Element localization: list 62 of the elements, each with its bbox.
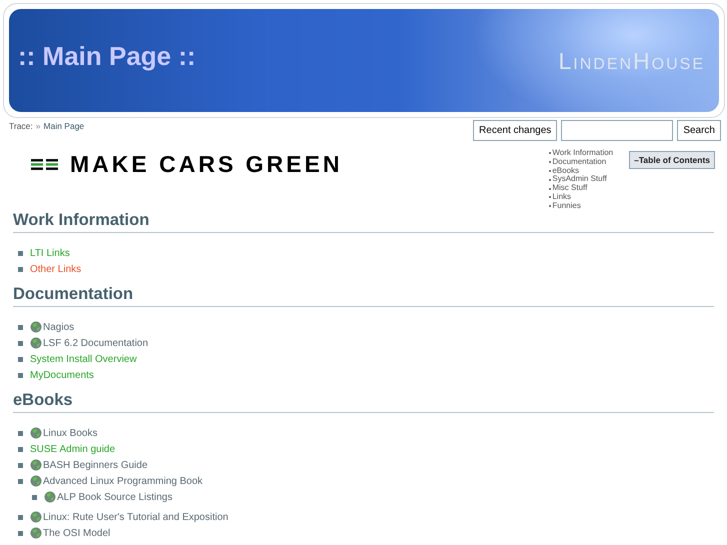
link[interactable]: ALP Book Source Listings [57, 492, 172, 502]
link[interactable]: Linux Books [43, 428, 98, 438]
link[interactable]: Other Links [30, 264, 82, 274]
bullet-icon [18, 372, 23, 378]
globe-icon [30, 427, 42, 439]
bullet-icon [18, 514, 23, 520]
trace-label: Trace: [9, 121, 33, 133]
globe-icon [30, 321, 42, 333]
bullet-icon [549, 196, 552, 198]
toc-link[interactable]: Misc Stuff [552, 184, 588, 193]
link[interactable]: MyDocuments [30, 370, 94, 380]
bullet-icon [18, 250, 23, 256]
bullet-icon [18, 340, 23, 346]
link[interactable]: Nagios [43, 322, 74, 332]
toc-link[interactable]: Funnies [552, 202, 581, 211]
toc-link[interactable]: SysAdmin Stuff [552, 175, 607, 184]
bullet-icon [18, 478, 23, 484]
globe-icon [44, 491, 56, 503]
bullet-icon [549, 188, 552, 190]
link[interactable]: LTI Links [30, 248, 70, 258]
bullet-icon [549, 178, 552, 181]
toc-toggle-button[interactable]: –Table of Contents [629, 151, 715, 169]
section-heading: Work Information [13, 211, 714, 233]
site-name: LindenHouse [558, 48, 705, 75]
bullet-icon [549, 205, 552, 208]
bullet-icon [549, 152, 552, 154]
link[interactable]: BASH Beginners Guide [43, 460, 148, 470]
bullet-icon [18, 356, 23, 362]
link[interactable]: System Install Overview [30, 354, 137, 364]
section-heading: Documentation [13, 285, 714, 307]
section-heading: eBooks [13, 391, 714, 413]
toc-link[interactable]: Work Information [552, 149, 614, 158]
link[interactable]: SUSE Admin guide [30, 444, 116, 454]
recent-changes-button[interactable]: Recent changes [473, 120, 558, 141]
toc-link[interactable]: Links [552, 192, 572, 202]
bullet-icon [549, 161, 552, 164]
stripes-icon [31, 158, 58, 170]
link[interactable]: Linux: Rute User's Tutorial and Exposition [43, 512, 228, 522]
bullet-icon [549, 170, 552, 172]
globe-icon [30, 459, 42, 471]
page-title: :: Main Page :: [18, 41, 196, 72]
logo-text: MAKE CARS GREEN [70, 150, 342, 178]
globe-icon [30, 511, 42, 523]
bullet-icon [18, 462, 23, 468]
search-field[interactable] [561, 120, 674, 141]
search-button[interactable]: Search [677, 120, 721, 141]
globe-icon [30, 475, 42, 487]
bullet-icon [18, 446, 23, 452]
bullet-icon [18, 430, 23, 436]
link[interactable]: LSF 6.2 Documentation [43, 338, 148, 348]
toc-link[interactable]: eBooks [552, 166, 580, 176]
link[interactable]: The OSI Model [43, 528, 110, 538]
breadcrumb-separator: » [36, 121, 41, 133]
bullet-icon [18, 266, 23, 272]
breadcrumb-link[interactable]: Main Page [44, 121, 84, 141]
bullet-icon [18, 530, 23, 536]
bullet-icon [32, 494, 37, 500]
bullet-icon [18, 324, 23, 330]
globe-icon [30, 527, 42, 539]
toc-link[interactable]: Documentation [552, 158, 606, 167]
globe-icon [30, 337, 42, 349]
link[interactable]: Advanced Linux Programming Book [43, 476, 203, 486]
